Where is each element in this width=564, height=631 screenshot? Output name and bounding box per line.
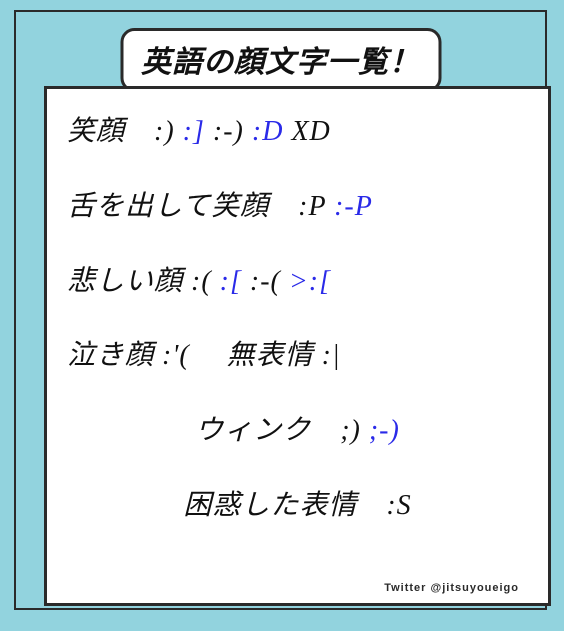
emoticon-row: ウィンク ;) ;-): [67, 416, 528, 447]
emoticon-token: [212, 266, 220, 297]
emoticon-token: :|: [322, 340, 341, 371]
emoticon-token: :): [154, 116, 175, 147]
emoticon-token: [281, 266, 289, 297]
emoticon-token: :P: [298, 191, 326, 222]
emoticon-token: [242, 266, 250, 297]
emoticon-row: 泣き顔 :'( 無表情 :|: [67, 341, 528, 372]
emoticon-token: :D: [252, 116, 284, 147]
emoticon-row: 悲しい顔 :( :[ :-( >:[: [67, 267, 528, 298]
emoticon-token: [205, 116, 213, 147]
emoticon-card: 笑顔 :) :] :-) :D XD 舌を出して笑顔 :P :-P 悲しい顔 :( …: [44, 86, 551, 606]
emoticon-token: :-(: [250, 266, 281, 297]
emoticon-row: 困惑した表情 :S: [67, 491, 528, 522]
emoticon-token: ;): [340, 415, 361, 446]
emoticon-token: 舌を出して笑顔: [67, 191, 298, 222]
emoticon-token: 困惑した表情: [183, 490, 386, 521]
emoticon-token: :]: [183, 116, 205, 147]
emoticon-token: [244, 116, 252, 147]
emoticon-token: [175, 116, 183, 147]
emoticon-row: 舌を出して笑顔 :P :-P: [67, 192, 528, 223]
emoticon-token: :-): [213, 116, 244, 147]
emoticon-token: >:[: [289, 266, 331, 297]
emoticon-token: 無表情: [190, 340, 322, 371]
emoticon-token: 笑顔: [67, 116, 154, 147]
rows-container: 笑顔 :) :] :-) :D XD 舌を出して笑顔 :P :-P 悲しい顔 :( …: [67, 117, 528, 522]
credit-text: Twitter @jitsuyoueigo: [384, 582, 519, 594]
emoticon-token: :-P: [334, 191, 373, 222]
emoticon-row: 笑顔 :) :] :-) :D XD: [67, 117, 528, 148]
emoticon-token: [361, 415, 369, 446]
emoticon-token: ;-): [369, 415, 400, 446]
outer-frame: 英語の顔文字一覧！ 笑顔 :) :] :-) :D XD 舌を出して笑顔 :P :…: [14, 10, 547, 610]
emoticon-token: XD: [291, 116, 330, 147]
page-title: 英語の顔文字一覧！: [120, 28, 441, 92]
emoticon-token: ウィンク: [195, 415, 340, 446]
emoticon-token: [326, 191, 334, 222]
emoticon-token: :[: [220, 266, 242, 297]
emoticon-token: :S: [386, 490, 411, 521]
emoticon-token: :(: [191, 266, 212, 297]
emoticon-token: 泣き顔: [67, 340, 162, 371]
emoticon-token: 悲しい顔: [67, 266, 191, 297]
emoticon-token: :'(: [162, 340, 190, 371]
